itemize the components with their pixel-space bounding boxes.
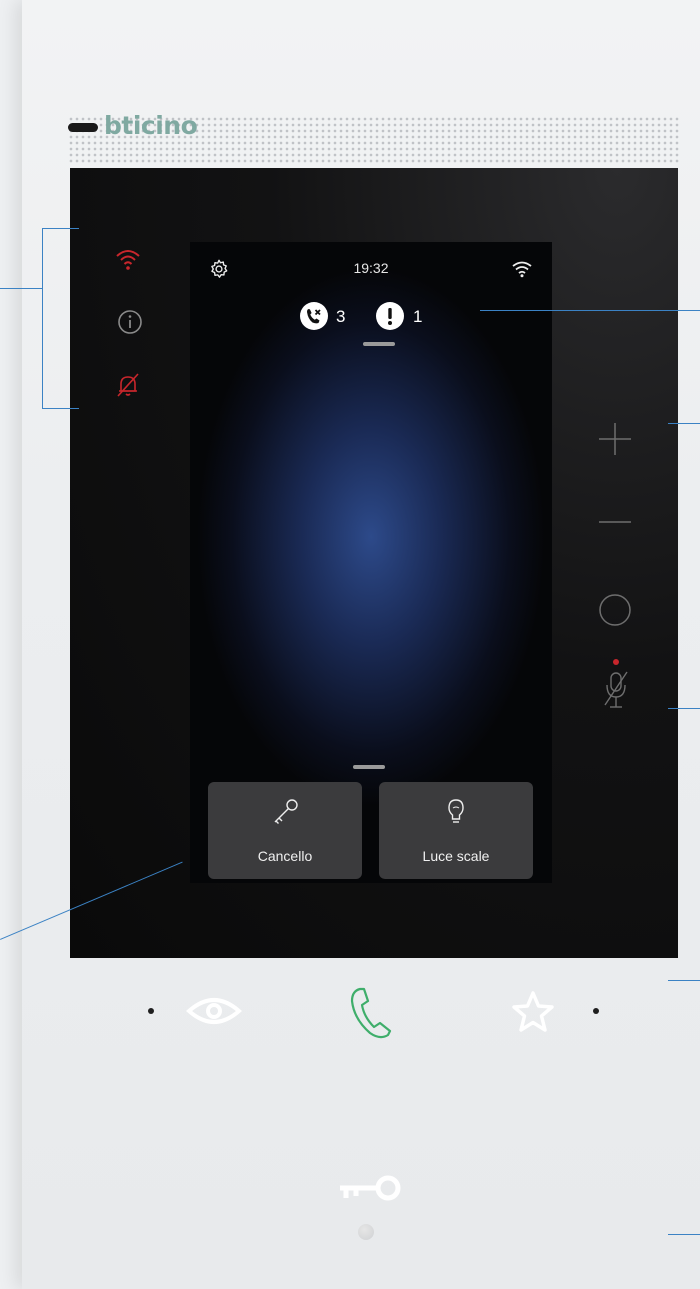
info-icon xyxy=(118,310,142,334)
brand-name: bticino xyxy=(104,111,198,140)
callout-line xyxy=(668,980,700,981)
handset-button[interactable] xyxy=(346,985,396,1041)
callout-line xyxy=(480,310,700,311)
notification-bar[interactable]: 3 1 xyxy=(190,302,552,332)
callout-bracket xyxy=(42,228,79,409)
status-led-right xyxy=(593,1008,599,1014)
wifi-icon xyxy=(512,261,532,278)
alert-icon xyxy=(376,302,404,330)
bell-muted-icon xyxy=(117,373,139,397)
shortcut-tile-luce-scale[interactable]: Luce scale xyxy=(379,782,533,879)
callout-line xyxy=(668,423,700,424)
eye-button[interactable] xyxy=(186,993,242,1029)
star-button[interactable] xyxy=(510,990,556,1034)
wifi-status-icon xyxy=(116,250,140,270)
touch-screen[interactable]: 19:32 3 1 Cancello Luce scale xyxy=(190,242,552,883)
shortcut-label: Luce scale xyxy=(422,848,490,864)
brand-bar xyxy=(68,123,98,132)
circle-button[interactable] xyxy=(597,592,633,628)
camera-lens xyxy=(358,1224,374,1240)
status-led-left xyxy=(148,1008,154,1014)
missed-call-count: 3 xyxy=(336,307,346,326)
plus-button[interactable] xyxy=(597,421,633,457)
shortcut-label: Cancello xyxy=(257,848,313,864)
alert-count: 1 xyxy=(413,307,423,326)
brand-logo: bticino xyxy=(68,112,228,140)
mic-status-led xyxy=(613,659,619,665)
bulb-icon xyxy=(448,799,464,823)
key-button[interactable] xyxy=(336,1172,406,1208)
minus-button[interactable] xyxy=(597,504,633,540)
callout-line xyxy=(0,288,42,289)
callout-line xyxy=(668,708,700,709)
missed-call-icon xyxy=(300,302,328,330)
clock-text: 19:32 xyxy=(353,260,389,276)
callout-line xyxy=(668,1234,700,1235)
bottom-drawer-handle[interactable] xyxy=(353,765,385,769)
shortcut-tile-cancello[interactable]: Cancello xyxy=(208,782,362,879)
mic-muted-button[interactable] xyxy=(601,657,631,717)
top-drawer-handle[interactable] xyxy=(363,342,395,346)
key-icon xyxy=(274,799,298,824)
